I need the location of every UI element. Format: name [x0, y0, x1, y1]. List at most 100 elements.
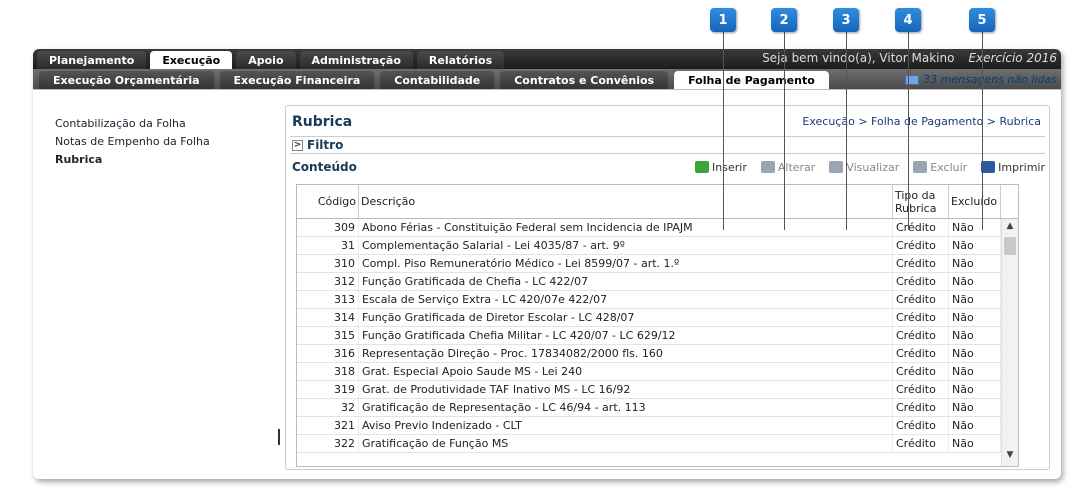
column-header-excluido[interactable]: Excluído	[949, 185, 1001, 218]
content-header: Conteúdo Inserir Alterar Visualizar Excl…	[290, 156, 1045, 178]
excluir-button[interactable]: Excluir	[913, 161, 967, 174]
cell-descricao: Função Gratificada de Chefia - LC 422/07	[359, 273, 893, 290]
cell-descricao: Grat. de Produtividade TAF Inativo MS - …	[359, 381, 893, 398]
cell-codigo: 321	[297, 417, 359, 434]
cell-descricao: Compl. Piso Remuneratório Médico - Lei 8…	[359, 255, 893, 272]
scroll-up-icon[interactable]: ▲	[1002, 221, 1018, 235]
sidebar-item-rubrica[interactable]: Rubrica	[55, 151, 275, 169]
app-window: Planejamento Execução Apoio Administraçã…	[33, 49, 1061, 479]
cell-tipo: Crédito	[893, 327, 949, 344]
cell-codigo: 315	[297, 327, 359, 344]
cell-descricao: Função Gratificada de Diretor Escolar - …	[359, 309, 893, 326]
content-label: Conteúdo	[292, 160, 357, 174]
table-row[interactable]: 310 Compl. Piso Remuneratório Médico - Le…	[297, 255, 1018, 273]
tab-folha-pagamento[interactable]: Folha de Pagamento	[674, 71, 829, 89]
tab-administracao[interactable]: Administração	[299, 51, 413, 69]
alterar-button[interactable]: Alterar	[760, 161, 815, 174]
cell-excluido: Não	[949, 381, 1001, 398]
table-row[interactable]: 32 Gratificação de Representação - LC 46/…	[297, 399, 1018, 417]
sidebar: Contabilização da Folha Notas de Empenho…	[55, 115, 275, 169]
cell-excluido: Não	[949, 399, 1001, 416]
cell-codigo: 319	[297, 381, 359, 398]
table-row[interactable]: 316 Representação Direção - Proc. 1783408…	[297, 345, 1018, 363]
cell-tipo: Crédito	[893, 417, 949, 434]
cell-tipo: Crédito	[893, 381, 949, 398]
cell-tipo: Crédito	[893, 219, 949, 236]
callout-line-2	[784, 32, 785, 230]
table-row[interactable]: 319 Grat. de Produtividade TAF Inativo MS…	[297, 381, 1018, 399]
cell-codigo: 322	[297, 435, 359, 452]
cell-excluido: Não	[949, 237, 1001, 254]
cell-codigo: 309	[297, 219, 359, 236]
cell-tipo: Crédito	[893, 291, 949, 308]
cell-codigo: 312	[297, 273, 359, 290]
table-row[interactable]: 309 Abono Férias - Constituição Federal s…	[297, 219, 1018, 237]
tab-relatorios[interactable]: Relatórios	[416, 51, 505, 69]
top-nav: Planejamento Execução Apoio Administraçã…	[33, 49, 1061, 69]
filter-label: Filtro	[307, 138, 344, 152]
tab-execucao[interactable]: Execução	[150, 51, 233, 69]
cell-descricao: Complementação Salarial - Lei 4035/87 - …	[359, 237, 893, 254]
cell-excluido: Não	[949, 255, 1001, 272]
inserir-label: Inserir	[712, 160, 747, 174]
scroll-thumb[interactable]	[1004, 237, 1016, 255]
tab-contabilidade[interactable]: Contabilidade	[380, 71, 495, 89]
filter-toggle[interactable]: > Filtro	[290, 136, 1045, 154]
table-header: Código Descrição Tipo da Rubrica Excluíd…	[297, 185, 1018, 219]
table-row[interactable]: 313 Escala de Serviço Extra - LC 420/07e …	[297, 291, 1018, 309]
cell-excluido: Não	[949, 219, 1001, 236]
cell-excluido: Não	[949, 417, 1001, 434]
vertical-scrollbar[interactable]: ▲ ▼	[1001, 219, 1018, 466]
cell-tipo: Crédito	[893, 399, 949, 416]
tab-execucao-financeira[interactable]: Execução Financeira	[219, 71, 375, 89]
cell-descricao: Grat. Especial Apoio Saude MS - Lei 240	[359, 363, 893, 380]
column-header-tipo[interactable]: Tipo da Rubrica	[893, 185, 949, 218]
column-header-descricao[interactable]: Descrição	[359, 185, 893, 218]
cell-descricao: Abono Férias - Constituição Federal sem …	[359, 219, 893, 236]
tab-contratos-convenios[interactable]: Contratos e Convênios	[500, 71, 669, 89]
excluir-label: Excluir	[930, 160, 968, 174]
cell-tipo: Crédito	[893, 273, 949, 290]
cell-descricao: Representação Direção - Proc. 17834082/2…	[359, 345, 893, 362]
callout-badge-3: 3	[833, 8, 859, 32]
cell-tipo: Crédito	[893, 363, 949, 380]
table-row[interactable]: 314 Função Gratificada de Diretor Escolar…	[297, 309, 1018, 327]
tab-planejamento[interactable]: Planejamento	[37, 51, 147, 69]
cell-excluido: Não	[949, 435, 1001, 452]
visualizar-label: Visualizar	[846, 160, 900, 174]
callout-badge-2: 2	[771, 8, 797, 32]
imprimir-button[interactable]: Imprimir	[981, 161, 1045, 174]
scroll-down-icon[interactable]: ▼	[1002, 450, 1018, 464]
sidebar-item-notas-empenho[interactable]: Notas de Empenho da Folha	[55, 133, 275, 151]
inserir-button[interactable]: Inserir	[695, 161, 747, 174]
pencil-icon	[760, 161, 775, 173]
cell-excluido: Não	[949, 273, 1001, 290]
table-row[interactable]: 322 Gratificação de Função MS Crédito Não	[297, 435, 1018, 453]
cell-excluido: Não	[949, 363, 1001, 380]
visualizar-button[interactable]: Visualizar	[829, 161, 899, 174]
sidebar-item-contabilizacao[interactable]: Contabilização da Folha	[55, 115, 275, 133]
table-row[interactable]: 315 Função Gratificada Chefia Militar - L…	[297, 327, 1018, 345]
table-row[interactable]: 318 Grat. Especial Apoio Saude MS - Lei 2…	[297, 363, 1018, 381]
callout-line-3	[846, 32, 847, 230]
plus-icon	[695, 161, 710, 173]
cell-codigo: 31	[297, 237, 359, 254]
column-header-codigo[interactable]: Código	[297, 185, 359, 218]
table-row[interactable]: 321 Aviso Previo Indenizado - CLT Crédito N…	[297, 417, 1018, 435]
tab-apoio[interactable]: Apoio	[236, 51, 296, 69]
table-row[interactable]: 312 Função Gratificada de Chefia - LC 422…	[297, 273, 1018, 291]
messages-count: 33 mensagens não lidas	[923, 73, 1057, 86]
imprimir-label: Imprimir	[998, 160, 1045, 174]
callout-badge-5: 5	[969, 8, 995, 32]
cell-excluido: Não	[949, 309, 1001, 326]
table-row[interactable]: 31 Complementação Salarial - Lei 4035/87 …	[297, 237, 1018, 255]
tab-execucao-orcamentaria[interactable]: Execução Orçamentária	[39, 71, 214, 89]
printer-icon	[981, 161, 996, 173]
cell-codigo: 314	[297, 309, 359, 326]
panel-splitter-handle[interactable]	[278, 429, 281, 445]
cell-descricao: Escala de Serviço Extra - LC 420/07e 422…	[359, 291, 893, 308]
callout-line-5	[982, 32, 983, 230]
callout-line-1	[723, 32, 724, 230]
content-panel: Rubrica Execução > Folha de Pagamento > …	[285, 105, 1050, 470]
callout-badge-4: 4	[895, 8, 921, 32]
